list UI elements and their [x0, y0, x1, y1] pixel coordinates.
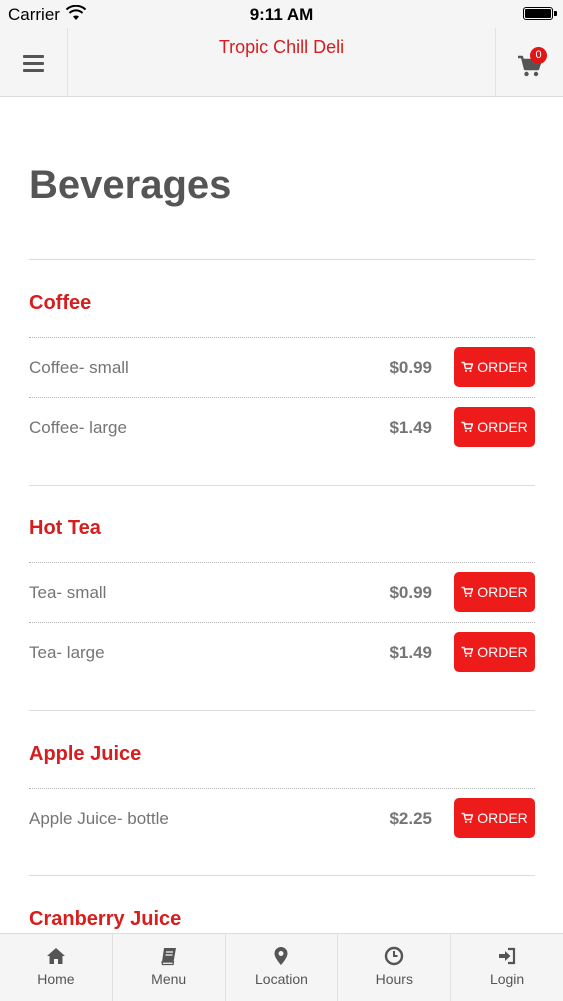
- category-title: Cranberry Juice: [29, 908, 182, 930]
- hamburger-icon: [23, 55, 44, 58]
- order-button-label: ORDER: [477, 419, 528, 435]
- order-button[interactable]: ORDER: [454, 798, 535, 838]
- hamburger-icon: [23, 69, 44, 72]
- tab-home[interactable]: Home: [0, 934, 113, 1001]
- order-button[interactable]: ORDER: [454, 347, 535, 387]
- section-divider: [29, 875, 535, 876]
- item-separator: [29, 397, 535, 398]
- tab-hours[interactable]: Hours: [338, 934, 452, 1001]
- tab-label: Location: [255, 971, 308, 987]
- app-header: Tropic Chill Deli 0: [0, 28, 563, 97]
- order-button-label: ORDER: [477, 810, 528, 826]
- category-title: Coffee: [29, 292, 92, 314]
- item-separator: [29, 337, 535, 338]
- book-icon: [160, 948, 176, 966]
- tab-label: Hours: [375, 971, 413, 987]
- menu-content[interactable]: Beverages Coffee Coffee- small $0.99 ORD…: [0, 97, 563, 933]
- item-price: $0.99: [389, 583, 432, 602]
- status-time: 9:11 AM: [249, 5, 314, 24]
- item-price: $1.49: [389, 418, 432, 437]
- category-title: Apple Juice: [29, 743, 142, 765]
- item-name: Coffee- small: [29, 358, 129, 377]
- order-button[interactable]: ORDER: [454, 572, 535, 612]
- hamburger-icon: [23, 62, 44, 65]
- item-price: $1.49: [389, 643, 432, 662]
- order-button[interactable]: ORDER: [454, 407, 535, 447]
- tab-login[interactable]: Login: [451, 934, 563, 1001]
- cart-button[interactable]: 0: [495, 28, 563, 96]
- tab-menu[interactable]: Menu: [113, 934, 226, 1001]
- order-button[interactable]: ORDER: [454, 632, 535, 672]
- cart-icon: [461, 421, 474, 432]
- section-divider: [29, 485, 535, 486]
- tab-location[interactable]: Location: [226, 934, 339, 1001]
- item-separator: [29, 622, 535, 623]
- order-button-label: ORDER: [477, 359, 528, 375]
- item-name: Tea- small: [29, 583, 107, 602]
- order-button-label: ORDER: [477, 644, 528, 660]
- battery-nub: [554, 11, 557, 16]
- section-divider: [29, 259, 535, 260]
- item-separator: [29, 788, 535, 789]
- item-separator: [29, 562, 535, 563]
- cart-icon: [461, 586, 474, 597]
- clock-icon: [385, 946, 404, 966]
- tab-label: Login: [489, 971, 525, 987]
- item-price: $2.25: [389, 809, 432, 828]
- category-title: Hot Tea: [29, 517, 101, 539]
- section-divider: [29, 710, 535, 711]
- item-price: $0.99: [389, 358, 432, 377]
- app-title: Tropic Chill Deli: [218, 37, 345, 57]
- battery-icon: [523, 7, 553, 20]
- tab-label: Home: [37, 971, 75, 987]
- hamburger-menu-button[interactable]: [0, 28, 68, 96]
- page-title: Beverages: [29, 163, 232, 207]
- login-icon: [499, 947, 516, 965]
- order-button-label: ORDER: [477, 584, 528, 600]
- cart-count-badge: 0: [530, 47, 547, 64]
- cart-icon: [461, 812, 474, 823]
- item-name: Apple Juice- bottle: [29, 809, 169, 828]
- map-pin-icon: [274, 947, 288, 965]
- tab-label: Menu: [151, 971, 187, 987]
- bottom-tab-bar: Home Menu Location Hours Login: [0, 933, 563, 1001]
- cart-icon: [461, 361, 474, 372]
- item-name: Tea- large: [29, 643, 105, 662]
- item-name: Coffee- large: [29, 418, 127, 437]
- cart-icon: [461, 646, 474, 657]
- status-bar: Carrier 9:11 AM: [0, 0, 563, 28]
- home-icon: [46, 948, 65, 964]
